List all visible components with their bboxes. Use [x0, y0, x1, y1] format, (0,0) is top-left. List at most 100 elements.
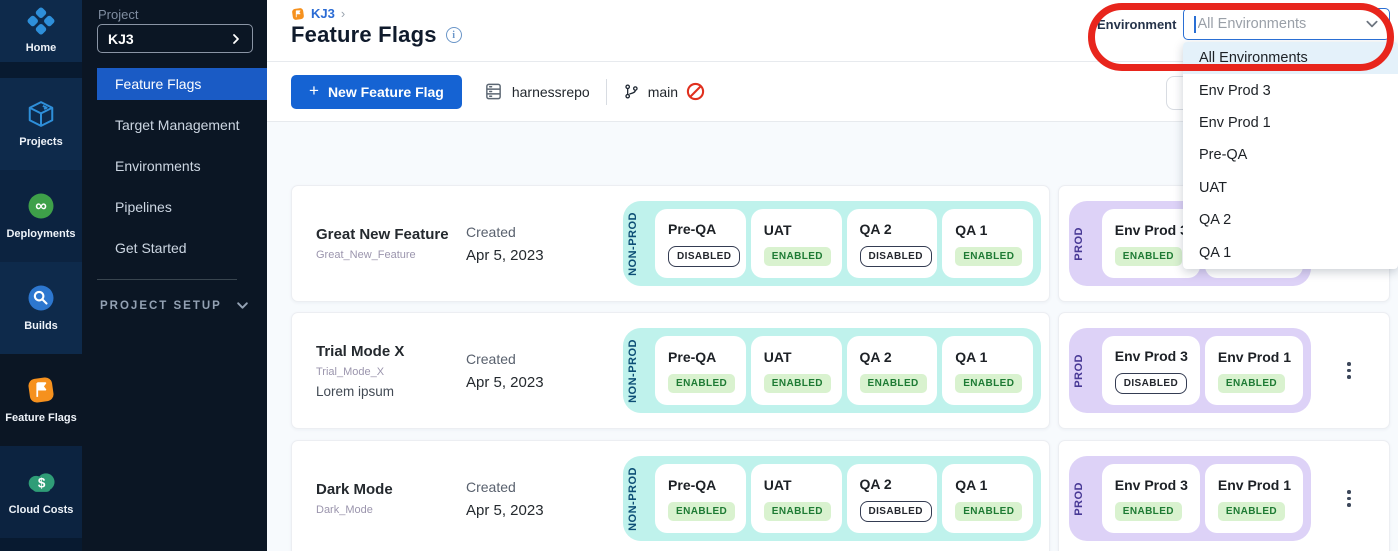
flag-info: Dark Mode Dark_Mode: [316, 481, 466, 516]
rail-item-home[interactable]: Home: [0, 0, 82, 62]
new-feature-flag-button[interactable]: + New Feature Flag: [291, 75, 462, 109]
prohibited-icon: [686, 82, 705, 101]
prod-group: PROD Env Prod 3 ENABLED Env Prod 1 ENABL…: [1069, 456, 1311, 541]
rail-item-label: Home: [26, 42, 57, 54]
branch-selector[interactable]: main: [623, 82, 705, 101]
env-name: UAT: [764, 477, 842, 493]
module-rail: Home Projects ∞ Deployments Builds Featu…: [0, 0, 82, 551]
env-card[interactable]: Pre-QA ENABLED: [655, 336, 746, 405]
dropdown-option-env-prod-1[interactable]: Env Prod 1: [1183, 107, 1398, 139]
env-name: QA 2: [860, 221, 938, 237]
env-card[interactable]: QA 2 ENABLED: [847, 336, 938, 405]
dropdown-option-env-prod-3[interactable]: Env Prod 3: [1183, 74, 1398, 106]
dropdown-option-qa-2[interactable]: QA 2: [1183, 204, 1398, 236]
non-prod-group: NON-PROD Pre-QA ENABLED UAT ENABLED QA 2…: [623, 328, 1041, 413]
rail-item-feature-flags[interactable]: Feature Flags: [0, 354, 82, 446]
repo-selector[interactable]: harnessrepo: [484, 82, 590, 101]
chevron-down-icon: [236, 299, 249, 312]
env-name: QA 1: [955, 222, 1033, 238]
env-name: Pre-QA: [668, 221, 746, 237]
rail-item-deployments[interactable]: ∞ Deployments: [0, 170, 82, 262]
sidebar-item-get-started[interactable]: Get Started: [97, 232, 267, 264]
created-label: Created: [466, 479, 623, 495]
env-card[interactable]: Pre-QA ENABLED: [655, 464, 746, 533]
status-badge: ENABLED: [1115, 247, 1182, 266]
created-block: Created Apr 5, 2023: [466, 351, 623, 391]
dropdown-option-uat[interactable]: UAT: [1183, 172, 1398, 204]
env-card[interactable]: UAT ENABLED: [751, 464, 842, 533]
sidebar-item-target-management[interactable]: Target Management: [97, 109, 267, 141]
status-badge: ENABLED: [764, 247, 831, 266]
projects-icon: [26, 99, 56, 129]
env-name: Env Prod 3: [1115, 477, 1200, 493]
status-badge: ENABLED: [955, 374, 1022, 393]
dropdown-option-pre-qa[interactable]: Pre-QA: [1183, 139, 1398, 171]
env-card[interactable]: Pre-QA DISABLED: [655, 209, 746, 278]
flag-info: Great New Feature Great_New_Feature: [316, 226, 466, 261]
branch-name: main: [648, 84, 678, 100]
non-prod-label: NON-PROD: [627, 339, 650, 403]
status-badge: ENABLED: [1115, 502, 1182, 521]
env-card[interactable]: Env Prod 1 ENABLED: [1205, 464, 1303, 533]
flag-row-right: PROD Env Prod 3 DISABLED Env Prod 1 ENAB…: [1058, 312, 1390, 429]
status-badge: DISABLED: [668, 246, 740, 267]
env-card[interactable]: UAT ENABLED: [751, 336, 842, 405]
rail-item-projects[interactable]: Projects: [0, 78, 82, 170]
breadcrumb-project-link[interactable]: KJ3: [311, 6, 335, 21]
rail-item-cloud-costs[interactable]: $ Cloud Costs: [0, 446, 82, 538]
flag-name[interactable]: Great New Feature: [316, 226, 466, 243]
env-card[interactable]: Env Prod 1 ENABLED: [1205, 336, 1303, 405]
status-badge: ENABLED: [668, 502, 735, 521]
breadcrumb: KJ3 ›: [291, 6, 345, 21]
dropdown-option-all-environments[interactable]: All Environments: [1183, 42, 1398, 74]
env-card[interactable]: Env Prod 3 ENABLED: [1102, 464, 1200, 533]
project-label: Project: [98, 7, 138, 22]
rail-item-label: Deployments: [6, 228, 75, 240]
rail-item-label: Builds: [24, 320, 58, 332]
project-selector[interactable]: KJ3: [97, 24, 253, 53]
env-card[interactable]: UAT ENABLED: [751, 209, 842, 278]
env-card[interactable]: QA 2 DISABLED: [847, 209, 938, 278]
project-name: KJ3: [108, 31, 134, 47]
env-card[interactable]: QA 2 DISABLED: [847, 464, 938, 533]
builds-icon: [26, 283, 56, 313]
env-card[interactable]: QA 1 ENABLED: [942, 336, 1033, 405]
page-title: Feature Flags: [291, 22, 437, 48]
svg-text:∞: ∞: [35, 197, 47, 215]
info-icon[interactable]: i: [446, 27, 462, 43]
app-root: Home Projects ∞ Deployments Builds Featu…: [0, 0, 1398, 551]
status-badge: DISABLED: [1115, 373, 1187, 394]
created-date: Apr 5, 2023: [466, 374, 623, 391]
sidebar-item-environments[interactable]: Environments: [97, 150, 267, 182]
project-setup-toggle[interactable]: PROJECT SETUP: [100, 299, 249, 312]
rail-item-builds[interactable]: Builds: [0, 262, 82, 354]
sidebar-item-feature-flags[interactable]: Feature Flags: [97, 68, 267, 100]
created-block: Created Apr 5, 2023: [466, 479, 623, 519]
flag-description: Lorem ipsum: [316, 384, 466, 399]
env-name: UAT: [764, 222, 842, 238]
prod-label: PROD: [1073, 227, 1097, 261]
rail-item-label: Cloud Costs: [9, 504, 74, 516]
kebab-menu-icon[interactable]: [1341, 356, 1357, 385]
flag-row-left: Dark Mode Dark_Mode Created Apr 5, 2023 …: [291, 440, 1050, 551]
env-card[interactable]: QA 1 ENABLED: [942, 209, 1033, 278]
home-icon: [27, 7, 55, 35]
flag-name[interactable]: Dark Mode: [316, 481, 466, 498]
chevron-right-icon: [230, 33, 242, 45]
kebab-menu-icon[interactable]: [1341, 484, 1357, 513]
repo-icon: [484, 82, 503, 101]
environment-select[interactable]: All Environments: [1183, 8, 1390, 40]
status-badge: ENABLED: [955, 502, 1022, 521]
prod-label: PROD: [1073, 354, 1097, 388]
status-badge: DISABLED: [860, 501, 932, 522]
env-name: QA 2: [860, 476, 938, 492]
sidebar-item-pipelines[interactable]: Pipelines: [97, 191, 267, 223]
env-name: Env Prod 1: [1218, 477, 1303, 493]
sidebar-nav: Feature Flags Target Management Environm…: [97, 68, 267, 273]
dropdown-option-qa-1[interactable]: QA 1: [1183, 236, 1398, 268]
env-card[interactable]: Env Prod 3 DISABLED: [1102, 336, 1200, 405]
flag-icon: [291, 7, 305, 21]
flag-name[interactable]: Trial Mode X: [316, 343, 466, 360]
environment-dropdown: All Environments Env Prod 3 Env Prod 1 P…: [1183, 42, 1398, 269]
env-card[interactable]: QA 1 ENABLED: [942, 464, 1033, 533]
